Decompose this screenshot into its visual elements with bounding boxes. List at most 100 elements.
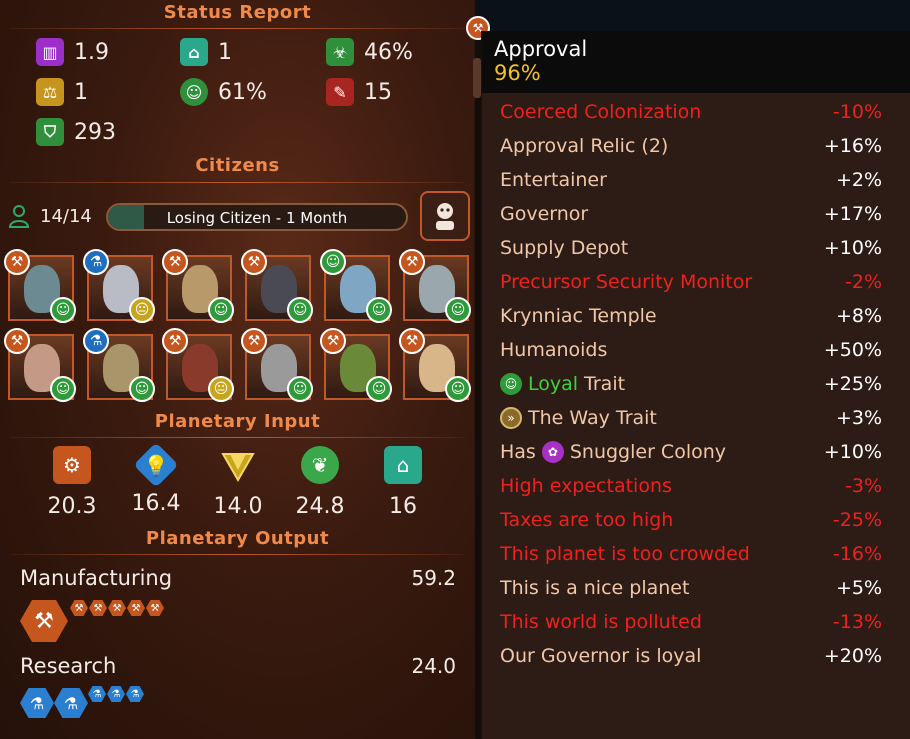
modifier-value: -3% [845, 475, 882, 497]
input-credits[interactable]: 14.0 [208, 446, 268, 519]
modifier-value: +16% [823, 135, 882, 157]
divider [10, 28, 465, 29]
stat-pollution[interactable]: ☣ 46% [326, 38, 413, 66]
modifier-label: Supply Depot [500, 237, 629, 259]
happy-face-icon: ☺ [129, 376, 155, 402]
citizen-count: 14/14 [8, 204, 92, 228]
planetary-input-title: Planetary Input [154, 411, 321, 432]
citizen-management-button[interactable] [420, 191, 470, 241]
modifier-value: +10% [823, 237, 882, 259]
citizen-portrait[interactable]: ⚒ ☺ [4, 328, 76, 402]
modifier-prefix: Loyal [528, 373, 579, 395]
citizen-portrait[interactable]: ⚒ ☺ [241, 328, 313, 402]
hammer-icon: ⚒ [162, 328, 188, 354]
modifier-name: Our Governor is loyal [500, 645, 701, 667]
modifier-value: -10% [832, 101, 882, 123]
happy-face-icon: ☺ [287, 297, 313, 323]
depot-icon: ⌂ [180, 38, 208, 66]
input-industry[interactable]: ⚙ 20.3 [42, 446, 102, 519]
shield-icon: ⛉ [36, 118, 64, 146]
approval-modifier-row: Approval Relic (2) +16% [500, 131, 882, 161]
planet-status-panel: Status Report ▥ 1.9 ⌂ 1 ☣ 46% ⚖ 1 ☺ 61% … [0, 0, 475, 739]
divider [10, 182, 465, 183]
stat-approval[interactable]: ☺ 61% [180, 78, 267, 106]
biohazard-icon: ☣ [326, 38, 354, 66]
person-icon [8, 205, 30, 228]
input-value: 20.3 [47, 494, 97, 519]
stat-maintenance[interactable]: ✎ 15 [326, 78, 392, 106]
neutral-face-icon: 😐 [208, 376, 234, 402]
citizen-portrait[interactable]: ⚒ 😐 [162, 328, 234, 402]
input-depot[interactable]: ⌂ 16 [373, 446, 433, 519]
citizen-portrait[interactable]: ⚒ ☺ [320, 328, 392, 402]
modifier-label: Governor [500, 203, 589, 225]
flask-icon: ⚗ [88, 686, 106, 702]
stat-depot[interactable]: ⌂ 1 [180, 38, 232, 66]
happy-face-icon: ☺ [50, 376, 76, 402]
modifier-name: Entertainer [500, 169, 607, 191]
flask-icon: ⚗ [83, 249, 109, 275]
modifier-prefix: Has [500, 441, 536, 463]
diamond-icon [219, 446, 257, 484]
divider [10, 437, 465, 438]
status-report-title: Status Report [163, 2, 312, 23]
hammer-icon: ⚒ [89, 600, 107, 616]
hammer-icon: ⚒ [127, 600, 145, 616]
stat-value: 1 [218, 39, 232, 65]
modifier-name: High expectations [500, 475, 672, 497]
modifier-label: Krynniac Temple [500, 305, 657, 327]
leaf-icon: ❦ [301, 446, 339, 484]
citizen-portrait[interactable]: ⚒ ☺ [241, 249, 313, 323]
wrench-icon: ✎ [326, 78, 354, 106]
gear-icon: ⚙ [53, 446, 91, 484]
input-food[interactable]: ❦ 24.8 [290, 446, 350, 519]
bulb-icon: 💡 [133, 442, 179, 488]
modifier-value: +25% [823, 373, 882, 395]
stat-production[interactable]: ▥ 1.9 [36, 38, 109, 66]
modifier-label: Precursor Security Monitor [500, 271, 753, 293]
citizen-portrait[interactable]: ⚗ 😐 [83, 249, 155, 323]
tooltip-header: Approval 96% [482, 31, 910, 93]
happy-face-icon: ☺ [366, 297, 392, 323]
input-value: 24.8 [295, 494, 345, 519]
stat-justice[interactable]: ⚖ 1 [36, 78, 88, 106]
modifier-value: -2% [845, 271, 882, 293]
hammer-icon: ⚒ [4, 249, 30, 275]
citizen-portrait[interactable]: ⚒ ☺ [162, 249, 234, 323]
approval-modifier-row: This world is polluted -13% [500, 607, 882, 637]
approval-modifier-row: » The Way Trait +3% [500, 403, 882, 433]
citizen-portrait[interactable]: ⚒ ☺ [4, 249, 76, 323]
modifier-value: +10% [823, 441, 882, 463]
hammer-icon: ⚒ [162, 249, 188, 275]
modifier-label: Coerced Colonization [500, 101, 702, 123]
panel-scroll-handle[interactable] [473, 58, 481, 98]
smile-icon: ☺ [180, 78, 208, 106]
approval-modifier-row: Precursor Security Monitor -2% [500, 267, 882, 297]
modifier-value: +20% [823, 645, 882, 667]
stat-defense[interactable]: ⛉ 293 [36, 118, 116, 146]
building-icon: ▥ [36, 38, 64, 66]
input-value: 16.4 [131, 491, 181, 516]
modifier-value: +50% [823, 339, 882, 361]
citizen-portrait[interactable]: ⚗ ☺ [83, 328, 155, 402]
research-label: Research [20, 654, 117, 678]
input-research[interactable]: 💡 16.4 [126, 442, 186, 516]
flask-icon: ⚗ [107, 686, 125, 702]
divider [10, 554, 465, 555]
citizen-portrait[interactable]: ⚒ ☺ [399, 249, 471, 323]
citizen-portrait[interactable]: ☺ ☺ [320, 249, 392, 323]
approval-modifier-row: Krynniac Temple +8% [500, 301, 882, 331]
growth-progress-label: Losing Citizen - 1 Month [166, 209, 348, 227]
modifier-name: Coerced Colonization [500, 101, 701, 123]
approval-modifier-row: Our Governor is loyal +20% [500, 641, 882, 671]
citizen-portrait[interactable]: ⚒ ☺ [399, 328, 471, 402]
approval-modifier-row: This is a nice planet +5% [500, 573, 882, 603]
stat-value: 61% [218, 79, 267, 105]
hammer-icon: ⚒ [399, 249, 425, 275]
modifier-name: This world is polluted [500, 611, 702, 633]
happy-face-icon: ☺ [50, 297, 76, 323]
neutral-face-icon: 😐 [129, 297, 155, 323]
flask-icon: ⚗ [54, 688, 88, 718]
modifier-name: Supply Depot [500, 237, 628, 259]
approval-tooltip: Approval 96% Coerced Colonization -10% App… [481, 31, 910, 739]
